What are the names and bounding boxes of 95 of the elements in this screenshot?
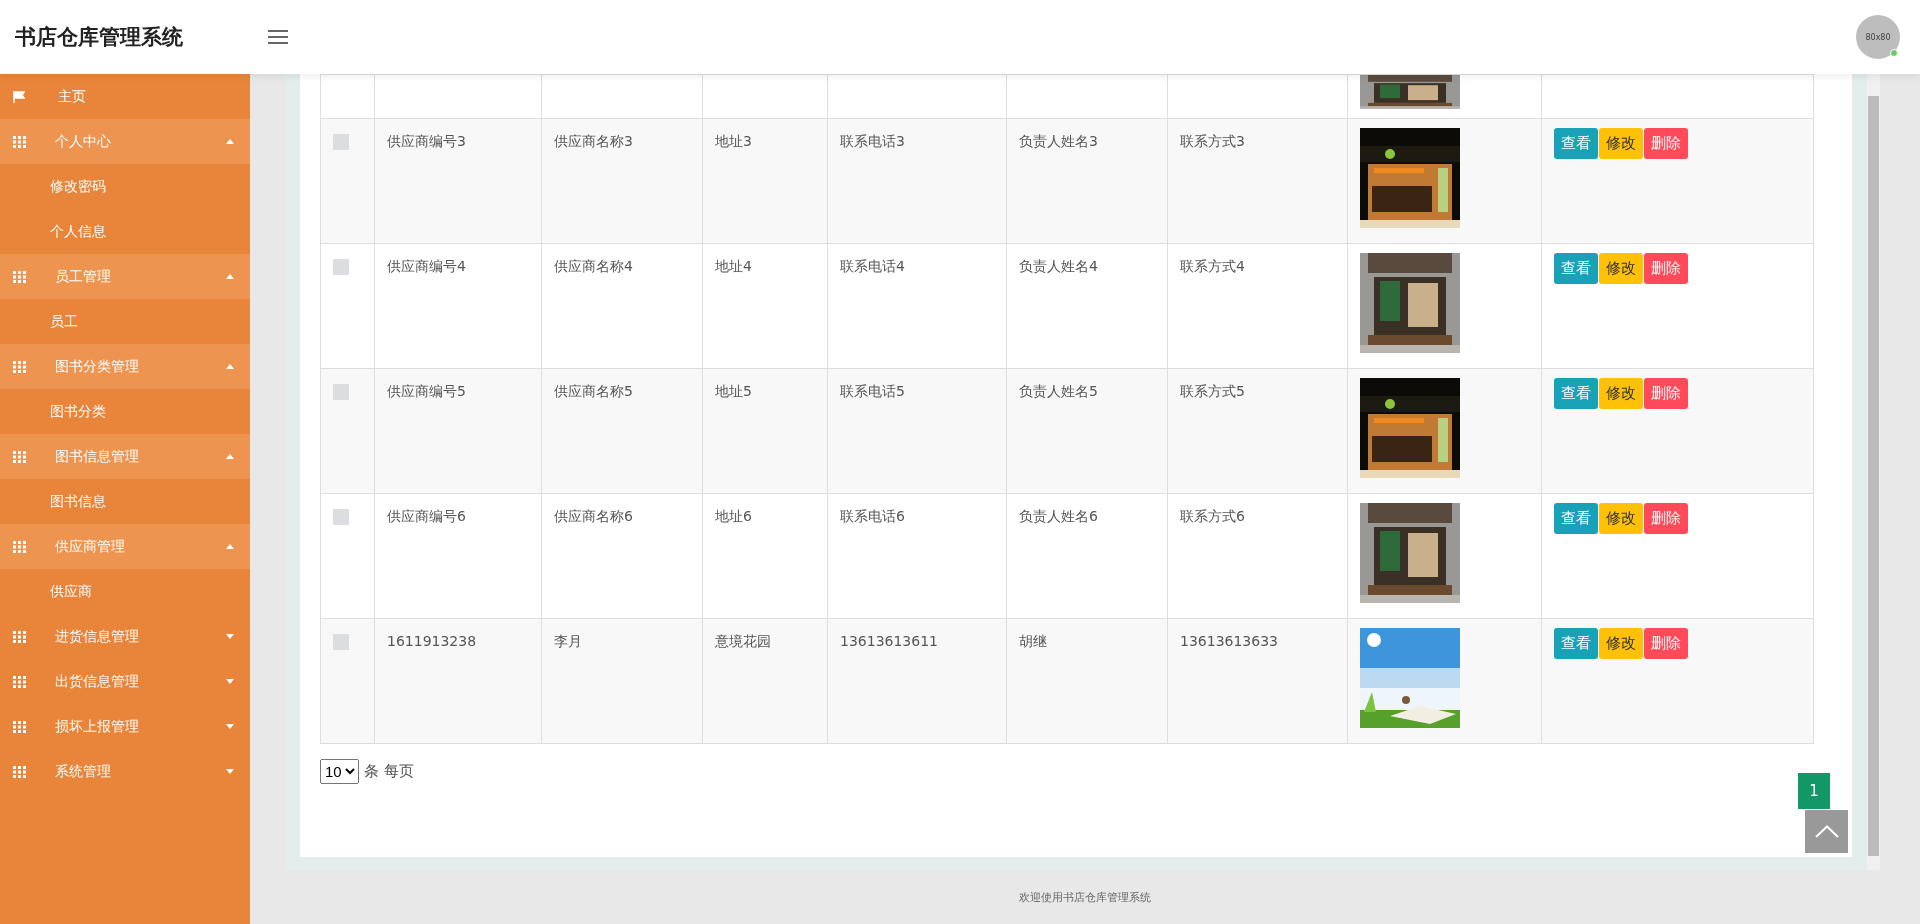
row-checkbox[interactable] (333, 384, 349, 400)
table-cell: 地址3 (702, 118, 828, 244)
app-title: 书店仓库管理系统 (14, 24, 184, 51)
sidebar-group[interactable]: 图书分类管理 (0, 344, 250, 389)
sidebar-item[interactable]: 主页 (0, 74, 250, 119)
caret-icon (226, 544, 234, 549)
table-cell: 负责人姓名6 (1006, 493, 1168, 619)
edit-button[interactable]: 修改 (1599, 378, 1643, 409)
sidebar-group[interactable]: 系统管理 (0, 749, 250, 794)
row-checkbox[interactable] (333, 259, 349, 275)
table-cell: 供应商名称3 (541, 118, 703, 244)
table-cell: 意境花园 (702, 618, 828, 744)
edit-button[interactable]: 修改 (1599, 253, 1643, 284)
caret-icon (226, 634, 234, 639)
table-cell: 联系电话4 (827, 243, 1007, 369)
row-checkbox[interactable] (333, 134, 349, 150)
menu-icon[interactable] (268, 29, 288, 45)
table-cell: 供应商名称4 (541, 243, 703, 369)
edit-button[interactable]: 修改 (1599, 503, 1643, 534)
delete-button[interactable]: 删除 (1644, 628, 1688, 659)
table-cell: 13613613611 (827, 618, 1007, 744)
grid-icon (13, 450, 26, 463)
sidebar-item[interactable]: 图书分类 (0, 389, 250, 434)
table-cell: 供应商编号6 (374, 493, 542, 619)
grid-icon (13, 360, 26, 373)
table-cell: 联系方式3 (1167, 118, 1348, 244)
row-checkbox[interactable] (333, 509, 349, 525)
page-button[interactable]: 1 (1798, 773, 1830, 809)
table-cell: 地址6 (702, 493, 828, 619)
table-cell: 地址4 (702, 243, 828, 369)
sidebar-item[interactable]: 个人信息 (0, 209, 250, 254)
table-cell: 胡继 (1006, 618, 1168, 744)
table-cell: 供应商编号5 (374, 368, 542, 494)
page-size-select[interactable]: 10 (320, 759, 359, 784)
view-button[interactable]: 查看 (1554, 253, 1598, 284)
flag-icon (13, 90, 26, 103)
view-button[interactable]: 查看 (1554, 378, 1598, 409)
table-cell: 联系方式6 (1167, 493, 1348, 619)
table-cell: 联系电话3 (827, 118, 1007, 244)
view-button[interactable]: 查看 (1554, 628, 1598, 659)
grid-icon (13, 270, 26, 283)
table-cell: 负责人姓名3 (1006, 118, 1168, 244)
caret-icon (226, 139, 234, 144)
grid-icon (13, 630, 26, 643)
caret-icon (226, 679, 234, 684)
table-cell: 联系方式5 (1167, 368, 1348, 494)
footer-text: 欢迎使用书店仓库管理系统 (1018, 889, 1152, 906)
sidebar-item[interactable]: 员工 (0, 299, 250, 344)
table-cell: 负责人姓名5 (1006, 368, 1168, 494)
grid-icon (13, 765, 26, 778)
caret-icon (226, 274, 234, 279)
table-cell: 李月 (541, 618, 703, 744)
sidebar-group[interactable]: 员工管理 (0, 254, 250, 299)
delete-button[interactable]: 删除 (1644, 253, 1688, 284)
delete-button[interactable]: 删除 (1644, 503, 1688, 534)
table-cell: 联系方式4 (1167, 243, 1348, 369)
table-cell: 供应商编号3 (374, 118, 542, 244)
caret-icon (226, 364, 234, 369)
page-size-label: 条 每页 (364, 762, 414, 781)
caret-icon (226, 454, 234, 459)
table-cell: 联系电话6 (827, 493, 1007, 619)
sidebar-group[interactable]: 供应商管理 (0, 524, 250, 569)
delete-button[interactable]: 删除 (1644, 378, 1688, 409)
row-checkbox[interactable] (333, 634, 349, 650)
sidebar-group[interactable]: 进货信息管理 (0, 614, 250, 659)
view-button[interactable]: 查看 (1554, 503, 1598, 534)
table-cell: 地址5 (702, 368, 828, 494)
table-cell: 负责人姓名4 (1006, 243, 1168, 369)
edit-button[interactable]: 修改 (1599, 628, 1643, 659)
sidebar-item[interactable]: 供应商 (0, 569, 250, 614)
table-cell: 供应商名称5 (541, 368, 703, 494)
edit-button[interactable]: 修改 (1599, 128, 1643, 159)
grid-icon (13, 540, 26, 553)
sidebar-group[interactable]: 出货信息管理 (0, 659, 250, 704)
caret-icon (226, 724, 234, 729)
scrollbar[interactable] (1867, 74, 1880, 870)
chevron-up-icon (1814, 825, 1839, 838)
sidebar-item[interactable]: 修改密码 (0, 164, 250, 209)
sidebar-item[interactable]: 图书信息 (0, 479, 250, 524)
sidebar-group[interactable]: 个人中心 (0, 119, 250, 164)
grid-icon (13, 675, 26, 688)
table-cell: 1611913238 (374, 618, 542, 744)
grid-icon (13, 135, 26, 148)
caret-icon (226, 769, 234, 774)
table-cell: 供应商编号4 (374, 243, 542, 369)
avatar[interactable]: 80x80 (1856, 15, 1900, 59)
table-cell: 联系电话5 (827, 368, 1007, 494)
table-cell: 供应商名称6 (541, 493, 703, 619)
grid-icon (13, 720, 26, 733)
back-to-top-button[interactable] (1805, 810, 1848, 853)
sidebar-group[interactable]: 损坏上报管理 (0, 704, 250, 749)
delete-button[interactable]: 删除 (1644, 128, 1688, 159)
table-cell: 13613613633 (1167, 618, 1348, 744)
sidebar-group[interactable]: 图书信息管理 (0, 434, 250, 479)
view-button[interactable]: 查看 (1554, 128, 1598, 159)
